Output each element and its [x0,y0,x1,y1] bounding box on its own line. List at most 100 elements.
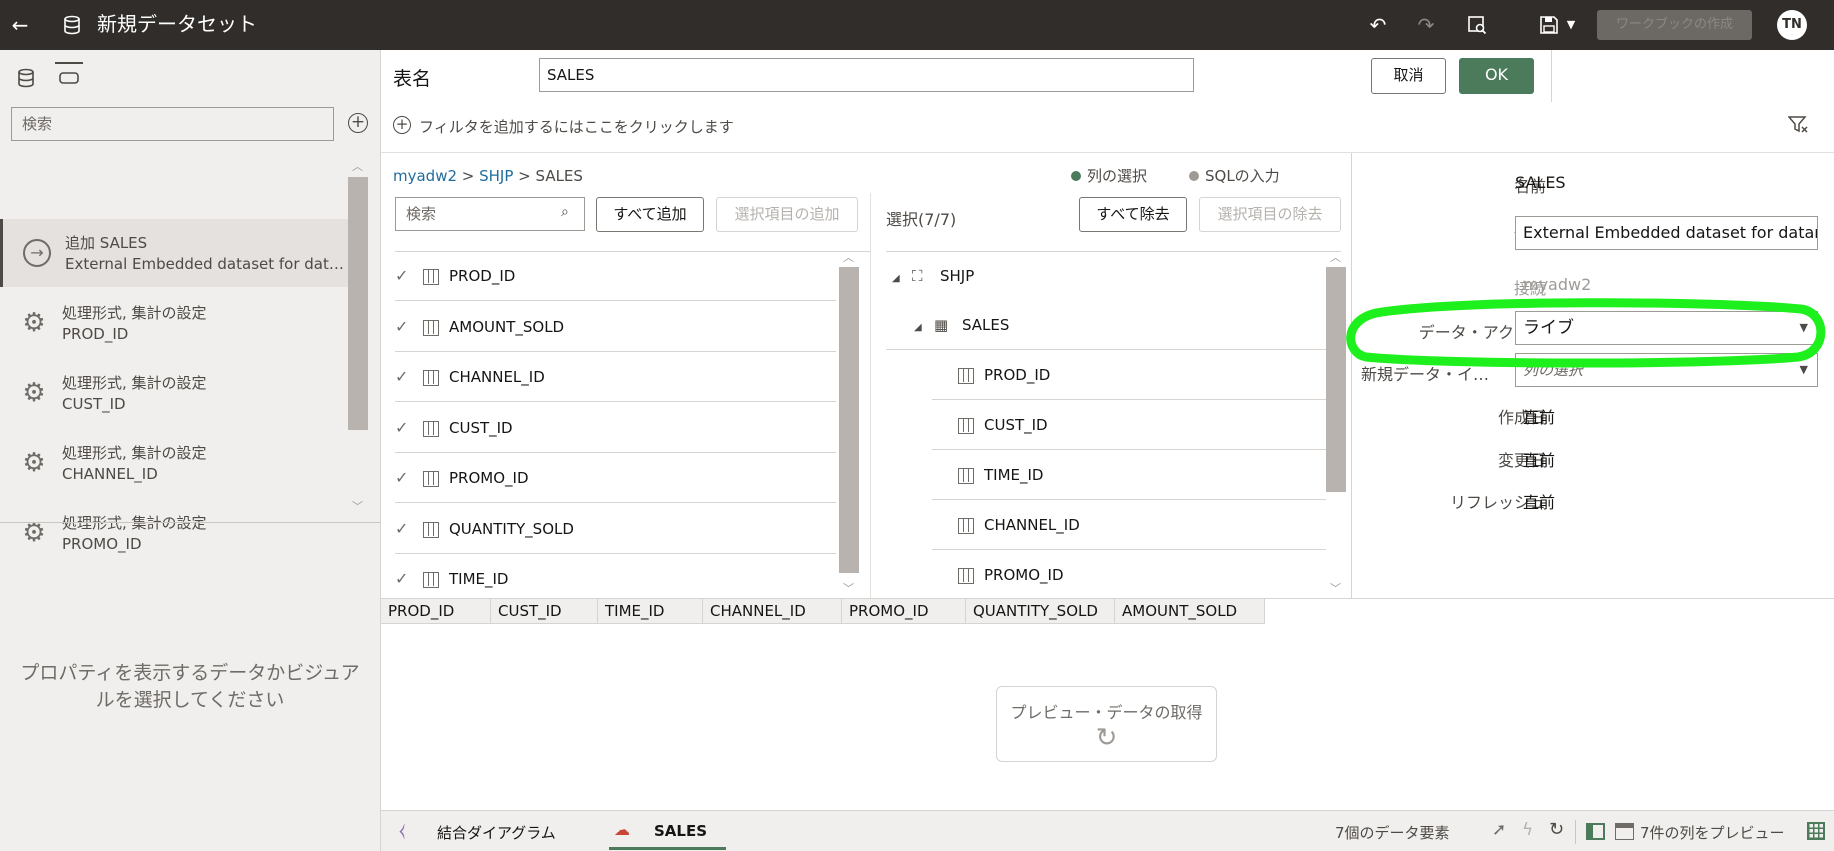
list-item[interactable]: ⚙ 処理形式, 集計の設定 CHANNEL_ID [0,429,348,497]
scroll-up-icon[interactable]: ︿ [843,249,854,265]
add-icon[interactable]: + [348,113,368,133]
grid-header[interactable]: PROMO_ID [842,599,966,624]
column-icon [958,517,974,534]
mode-column-select[interactable]: 列の選択 [1071,165,1147,186]
list-item[interactable]: TIME_ID [932,450,1326,500]
properties-tab-icon[interactable] [58,68,80,92]
step-detail: External Embedded dataset for data… [65,255,345,273]
list-item[interactable]: CHANNEL_ID [932,500,1326,550]
scroll-down-icon[interactable]: ﹀ [1330,580,1341,596]
list-item[interactable]: ✓ PROMO_ID [395,453,836,503]
check-icon: ✓ [395,418,409,437]
column-search-input[interactable]: 検索 [395,197,585,231]
table-view-icon[interactable] [1807,822,1825,840]
table-icon: ▦ [934,316,949,334]
data-preview-grid: PROD_ID CUST_ID TIME_ID CHANNEL_ID PROMO… [381,598,1834,810]
expand-icon: ◢ [892,273,900,284]
create-workbook-button[interactable]: ワークブックの作成 [1597,10,1752,40]
ok-button[interactable]: OK [1459,58,1534,94]
remove-all-button[interactable]: すべて除去 [1079,197,1187,232]
filter-hint[interactable]: フィルタを追加するにはここをクリックします [419,116,734,137]
grid-header[interactable]: CHANNEL_ID [703,599,842,624]
avatar[interactable]: TN [1777,10,1807,40]
panel-toggle-icon[interactable] [1586,823,1605,840]
mode-sql-input[interactable]: SQLの入力 [1189,165,1280,186]
add-all-button[interactable]: すべて追加 [596,197,704,232]
grid-header[interactable]: QUANTITY_SOLD [966,599,1115,624]
check-icon: ✓ [395,266,409,285]
tab-sales[interactable]: SALES [654,822,707,840]
divider [1575,820,1576,844]
chevron-down-icon[interactable]: ▼ [1557,11,1585,39]
active-tab-indicator [609,847,726,850]
tab-join-diagram[interactable]: 結合ダイアグラム [437,822,556,843]
list-item[interactable]: ✓ TIME_ID [395,554,836,598]
tree-node-table[interactable]: ◢ ▦ SALES [886,300,1326,350]
created-label: 作成日 [1497,408,1546,427]
grid-header[interactable]: TIME_ID [598,599,703,624]
scroll-up-icon[interactable]: ︿ [352,158,363,174]
list-item[interactable]: ✓ PROD_ID [395,251,836,301]
scroll-up-icon[interactable]: ︿ [1330,249,1341,265]
scroll-down-icon[interactable]: ﹀ [843,580,854,596]
remove-selected-button[interactable]: 選択項目の除去 [1199,197,1341,232]
list-item[interactable]: ⚙ 処理形式, 集計の設定 CUST_ID [0,359,348,427]
back-arrow-icon[interactable]: ← [6,11,34,39]
list-item[interactable]: → 追加 SALES External Embedded dataset for… [0,219,348,287]
add-selected-button[interactable]: 選択項目の追加 [716,197,858,232]
list-item[interactable]: ✓ QUANTITY_SOLD [395,504,836,554]
redo-icon[interactable]: ↷ [1412,11,1440,39]
refresh-icon[interactable]: ↻ [1549,819,1564,840]
description-input[interactable]: External Embedded dataset for datam [1515,216,1818,250]
step-detail: PROMO_ID [62,535,142,553]
filter-icon[interactable] [1787,116,1808,138]
column-icon [423,369,439,386]
list-item[interactable]: ✓ CUST_ID [395,403,836,453]
list-item[interactable]: ✓ AMOUNT_SOLD [395,302,836,352]
gear-icon: ⚙ [22,448,46,478]
list-item[interactable]: PROMO_ID [932,550,1326,598]
step-title: 処理形式, 集計の設定 [62,304,207,322]
check-icon: ✓ [395,569,409,588]
grid-header[interactable]: AMOUNT_SOLD [1115,599,1265,624]
scrollbar[interactable] [348,177,368,430]
list-item[interactable]: ⚙ 処理形式, 集計の設定 PROD_ID [0,289,348,357]
available-column-list: ✓ PROD_ID ✓ AMOUNT_SOLD ✓ CHANNEL_ID ✓ CUST_… [381,251,836,598]
preview-fetch-card[interactable]: プレビュー・データの取得 ↻ [996,686,1217,762]
rocket-icon[interactable]: ➚ [1492,820,1506,840]
list-item[interactable]: ⚙ 処理形式, 集計の設定 PROMO_ID [0,499,348,561]
schema-icon: ⛶ [912,267,923,285]
selected-count: 選択(7/7) [886,210,957,229]
undo-icon[interactable]: ↶ [1364,11,1392,39]
data-panel-icon[interactable] [16,68,36,92]
step-detail: CHANNEL_ID [62,465,158,483]
add-filter-icon[interactable]: + [393,116,411,134]
column-panel: myadw2 > SHJP > SALES 列の選択 SQLの入力 検索 ⌕ す… [381,153,1834,598]
scrollbar[interactable] [839,267,859,573]
step-detail: PROD_ID [62,325,129,343]
column-icon [423,319,439,336]
table-name-label: 表名 [393,68,432,90]
search-input[interactable]: 検索 [11,107,334,141]
refresh-value: 直前 [1523,493,1556,512]
scroll-down-icon[interactable]: ﹀ [352,498,363,514]
created-value: 直前 [1523,408,1556,427]
breadcrumb-connection[interactable]: myadw2 [393,167,457,185]
table-name-input[interactable]: SALES [539,58,1194,92]
step-title: 処理形式, 集計の設定 [62,444,207,462]
join-diagram-icon: ⧼ [399,820,406,841]
grid-header[interactable]: CUST_ID [491,599,598,624]
column-icon [958,467,974,484]
cancel-button[interactable]: 取消 [1371,58,1446,94]
grid-header[interactable]: PROD_ID [381,599,491,624]
tab-indicator [55,62,83,64]
grid-toggle-icon[interactable] [1615,823,1634,840]
left-panel: 検索 + → 追加 SALES External Embedded datase… [0,50,381,851]
breadcrumb-schema[interactable]: SHJP [479,167,513,185]
list-item[interactable]: CUST_ID [932,400,1326,450]
preview-icon[interactable] [1463,11,1491,44]
list-item[interactable]: ✓ CHANNEL_ID [395,352,836,402]
list-item[interactable]: PROD_ID [932,350,1326,400]
lightning-icon[interactable]: ϟ [1522,820,1533,840]
tree-node-schema[interactable]: ◢ ⛶ SHJP [886,251,1326,301]
